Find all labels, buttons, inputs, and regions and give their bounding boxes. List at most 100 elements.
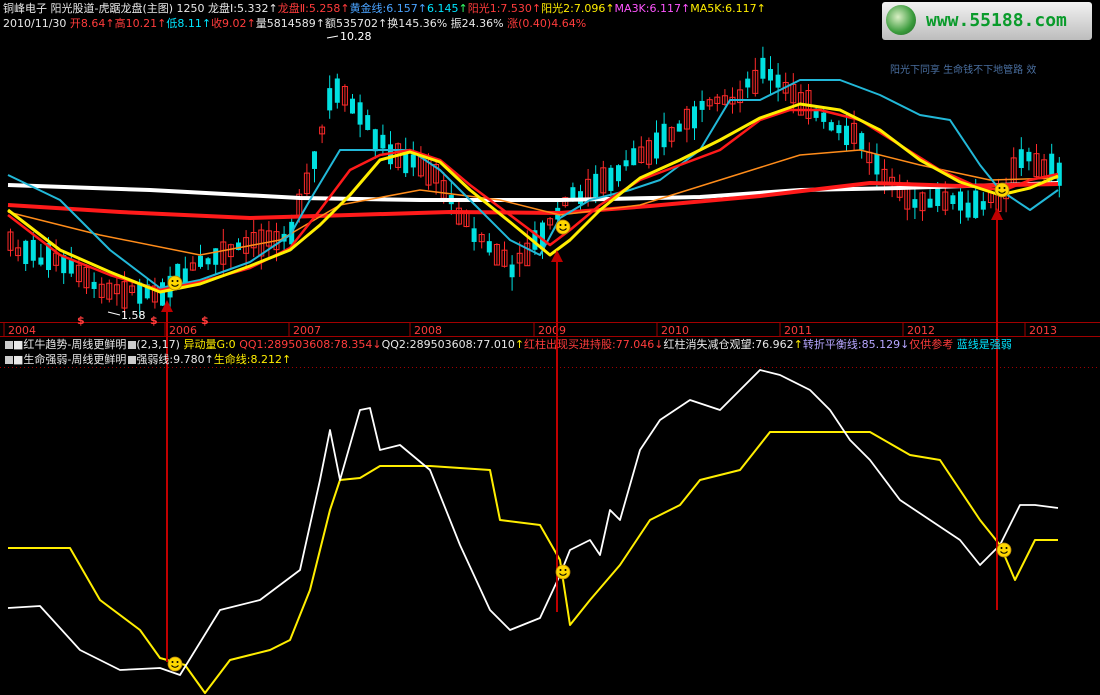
year-label-2011: 2011	[784, 324, 812, 337]
candle-down	[973, 190, 979, 218]
candle-down	[699, 100, 705, 110]
candle-down	[68, 259, 74, 274]
smiley-icon	[555, 564, 571, 580]
ind2-row-part: ↑	[204, 353, 214, 366]
candle-down	[768, 69, 773, 81]
indicator-header-2: ■生命强弱-周线更鲜明 强弱线:9.780↑生命线:8.212↑	[3, 353, 291, 367]
candle-down	[213, 248, 219, 265]
candle-down	[874, 153, 880, 175]
ind1-row-part: (2,3,17)	[136, 338, 184, 351]
watermark-text: 阳光下同享 生命钱不下地管路 效	[890, 63, 1036, 76]
ind1-row-part: ↓	[900, 338, 910, 351]
candle-down	[486, 241, 492, 253]
candle-down	[623, 160, 629, 167]
smiley-icon	[996, 542, 1012, 558]
candle-down	[692, 106, 697, 129]
year-label-2006: 2006	[169, 324, 197, 337]
candle-down	[980, 201, 986, 210]
smiley-markers	[167, 182, 1012, 672]
ind2-row-part: 生命线:8.212	[213, 353, 282, 366]
ind2-row-part: ↑	[282, 353, 292, 366]
smiley-icon	[994, 182, 1010, 198]
ind1-row-part: 蓝线是强弱	[956, 338, 1012, 351]
candle-down	[935, 186, 941, 207]
signal-mark: $	[150, 314, 158, 327]
candle-down	[236, 242, 241, 251]
candle-down	[958, 191, 963, 211]
candle-down	[334, 78, 340, 103]
candle-down	[380, 134, 386, 149]
smiley-icon	[167, 656, 183, 672]
ind2-row-part: ■生命强弱-周线更鲜明	[13, 353, 127, 366]
ind1-row-part: 红柱消失减仓观望:76.962	[663, 338, 794, 351]
candle-down	[616, 165, 621, 182]
ind1-row-part: ↑	[793, 338, 803, 351]
candle-down	[1018, 149, 1024, 168]
year-axis: 2004 2006 2007 2008 2009 2010 2011 2012 2013 $ $ $	[3, 314, 1057, 337]
candle-down	[631, 148, 637, 166]
candle-down	[30, 239, 36, 261]
candle-down	[608, 167, 614, 191]
candle-down	[676, 123, 682, 132]
candle-down	[91, 281, 97, 289]
annotations: 10.28 1.58 阳光下同享 生命钱不下地管路 效	[107, 30, 1036, 322]
ind1-row-part: QQ2:289503608:77.010	[381, 338, 515, 351]
smiley-icon	[555, 219, 571, 235]
year-label-2010: 2010	[661, 324, 689, 337]
candle-down	[327, 88, 333, 111]
candle-down	[160, 282, 165, 306]
candle-down	[312, 151, 317, 169]
legend-square	[5, 341, 13, 349]
candle-down	[661, 123, 667, 148]
candle-down	[357, 102, 363, 125]
candle-down	[205, 258, 211, 265]
ind1-row-part: QQ1:289503608:78.354	[239, 338, 373, 351]
ind1-row-part: ↑	[514, 338, 525, 351]
candle-down	[198, 255, 203, 267]
year-label-2012: 2012	[907, 324, 935, 337]
signal-mark: $	[201, 314, 209, 327]
candle-down	[38, 257, 44, 265]
candle-down	[760, 57, 766, 79]
candle-down	[821, 112, 827, 122]
candle-down	[350, 98, 355, 114]
candle-down	[471, 228, 477, 242]
main-indicator-lines	[7, 79, 1059, 294]
candle-down	[1026, 151, 1032, 162]
ind1-row-part: 异动量G:0	[183, 338, 240, 351]
candle-down	[509, 264, 515, 278]
high-price-label: 10.28	[340, 30, 372, 43]
strength-line	[7, 369, 1059, 676]
year-label-2008: 2008	[414, 324, 442, 337]
candle-down	[365, 115, 371, 130]
candlesticks	[7, 46, 1062, 318]
year-label-2013: 2013	[1029, 324, 1057, 337]
ind1-row-part: ↓	[372, 338, 382, 351]
ind2-row-part: 强弱线:9.780	[136, 353, 205, 366]
candle-down	[965, 202, 971, 218]
ind1-row-part: 转折平衡线:85.129	[802, 338, 901, 351]
signal-mark: $	[77, 314, 85, 327]
indicator-header-1: ■红牛趋势-周线更鲜明 (2,3,17) 异动量G:0 QQ1:289503608…	[3, 338, 1012, 352]
candle-down	[950, 195, 956, 205]
candle-down	[859, 133, 865, 150]
candle-down	[593, 173, 599, 198]
candle-down	[23, 240, 29, 265]
candle-down	[745, 78, 751, 88]
candle-down	[836, 125, 842, 134]
year-label-2004: 2004	[8, 324, 36, 337]
candle-down	[654, 132, 659, 159]
sub-indicator-lines	[7, 369, 1059, 694]
ind1-row-part: ■红牛趋势-周线更鲜明	[13, 338, 127, 351]
candle-down	[828, 122, 834, 131]
ind1-row-part: 仅供参考	[909, 338, 957, 351]
smiley-icon	[167, 275, 183, 291]
candle-down	[844, 125, 849, 146]
candle-down	[410, 154, 416, 168]
life-line	[8, 431, 1058, 694]
year-label-2007: 2007	[293, 324, 321, 337]
candle-down	[372, 129, 378, 152]
ind1-row-part: 红柱出现买进持股:77.046	[524, 338, 655, 351]
candle-down	[927, 198, 933, 208]
legend-square	[5, 356, 13, 364]
